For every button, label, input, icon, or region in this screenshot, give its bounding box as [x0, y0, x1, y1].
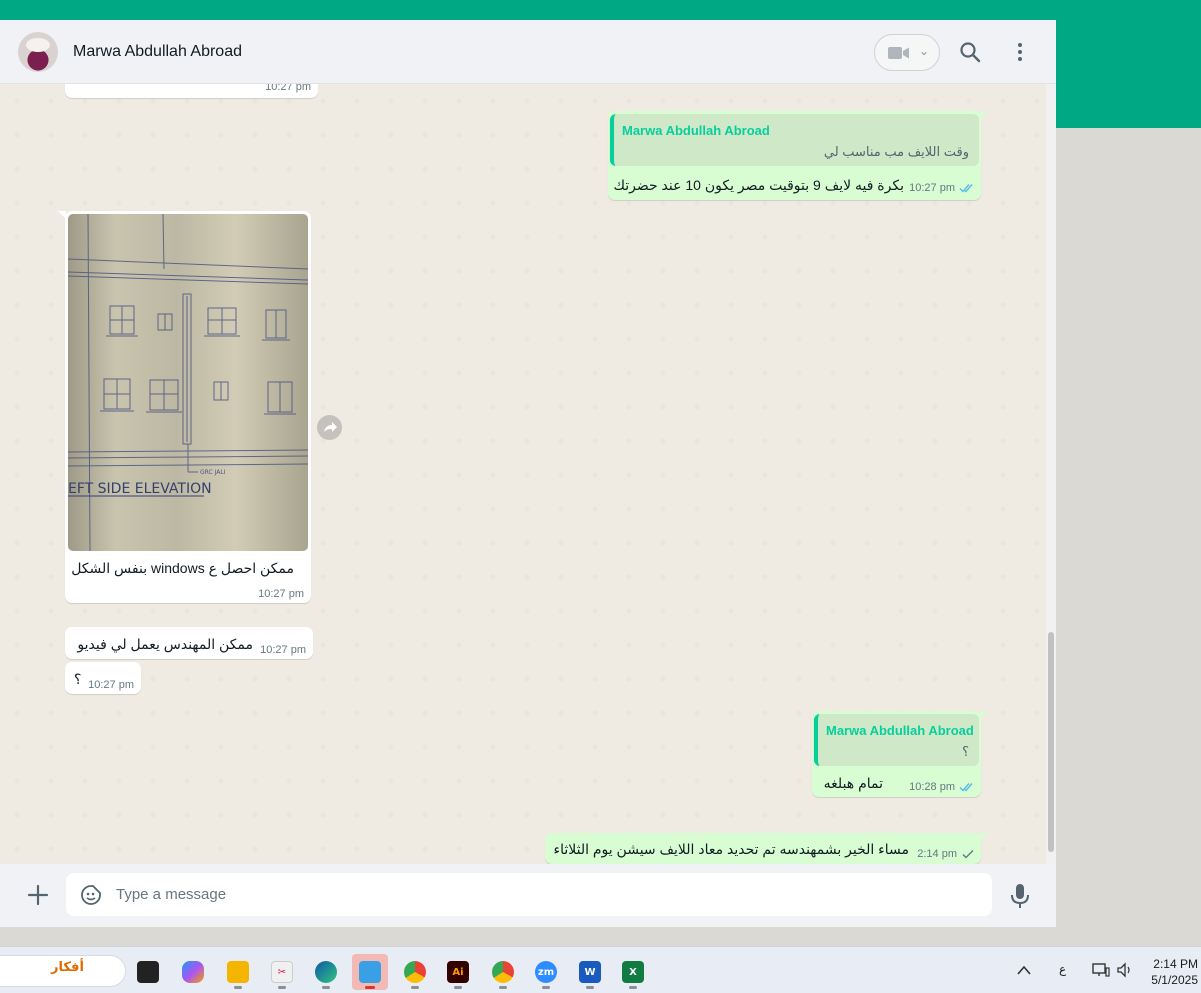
message-time: 10:27 pm: [909, 182, 955, 194]
zoom-icon: zm: [535, 961, 557, 983]
attached-photo[interactable]: GRC JALI EFT SIDE ELEVATION: [68, 214, 308, 551]
chat-header[interactable]: Marwa Abdullah Abroad ⌄: [0, 20, 1056, 84]
taskbar-search-box[interactable]: أفكار: [0, 955, 126, 987]
quoted-message[interactable]: Marwa Abdullah Abroad ؟: [814, 714, 979, 766]
chat-scrollbar[interactable]: [1046, 84, 1056, 864]
quoted-message[interactable]: Marwa Abdullah Abroad وقت اللايف مب مناس…: [610, 114, 979, 166]
taskbar-chrome[interactable]: [397, 954, 433, 990]
task-view-icon: [137, 961, 159, 983]
message-text: مساء الخير بشمهندسه تم تحديد معاد اللايف…: [553, 841, 910, 857]
excel-icon: X: [622, 961, 644, 983]
scrollbar-thumb[interactable]: [1048, 632, 1054, 852]
copilot-icon: [182, 961, 204, 983]
quoted-author: Marwa Abdullah Abroad: [622, 123, 770, 138]
message-text: ؟: [74, 671, 82, 687]
microphone-icon[interactable]: [1010, 883, 1030, 909]
message-list[interactable]: 10:27 pm Marwa Abdullah Abroad وقت اللاي…: [0, 84, 1056, 864]
message-time: 10:27 pm: [258, 588, 304, 600]
message-time: 10:27 pm: [88, 679, 134, 691]
menu-kebab-icon[interactable]: [1008, 40, 1032, 64]
message-input[interactable]: [116, 873, 976, 916]
elevation-drawing-image: GRC JALI EFT SIDE ELEVATION: [68, 214, 308, 551]
taskbar-clock[interactable]: 2:14 PM 5/1/2025: [1140, 956, 1198, 988]
bubble-tail: [980, 111, 988, 119]
contact-name[interactable]: Marwa Abdullah Abroad: [73, 43, 242, 61]
photo-note: GRC JALI: [200, 469, 226, 476]
quoted-text: وقت اللايف مب مناسب لي: [823, 144, 969, 159]
forward-arrow-icon: [324, 422, 337, 432]
message-time: 10:27 pm: [265, 84, 311, 93]
message-text: بكرة فيه لايف 9 بتوقيت مصر يكون 10 عند ح…: [613, 177, 904, 193]
whatsapp-chat-window: Marwa Abdullah Abroad ⌄ 10:27 pm Marwa A…: [0, 20, 1056, 927]
windows-taskbar: أفكار ✂ Ai zm W X ع 2:14 PM 5/1/2025: [0, 946, 1201, 993]
taskbar-copilot[interactable]: [175, 954, 211, 990]
taskbar-edge[interactable]: [308, 954, 344, 990]
scissors-icon: ✂: [271, 961, 293, 983]
message-incoming-image[interactable]: GRC JALI EFT SIDE ELEVATION ممكن احصل ع …: [58, 211, 311, 603]
message-time: 2:14 pm: [917, 848, 957, 860]
taskbar-task-view[interactable]: [130, 954, 166, 990]
message-input-box[interactable]: [66, 873, 992, 916]
volume-icon[interactable]: [1116, 962, 1134, 978]
message-text: ممكن المهندس يعمل لي فيديو: [77, 636, 253, 652]
message-outgoing[interactable]: Marwa Abdullah Abroad وقت اللايف مب مناس…: [608, 111, 988, 200]
taskbar-snipping-tool[interactable]: ✂: [264, 954, 300, 990]
bubble-tail: [980, 711, 988, 719]
photo-caption: EFT SIDE ELEVATION: [68, 481, 212, 497]
taskbar-chrome-profile[interactable]: [485, 954, 521, 990]
message-composer: [0, 864, 1056, 927]
notepad-icon: [359, 961, 381, 983]
window-top-band: [0, 0, 1201, 20]
message-incoming[interactable]: ؟ 10:27 pm: [65, 662, 141, 694]
taskbar-file-explorer[interactable]: [220, 954, 256, 990]
bubble-tail: [980, 833, 988, 841]
forward-button[interactable]: [317, 415, 342, 440]
illustrator-icon: Ai: [447, 961, 469, 983]
message-incoming-partial[interactable]: 10:27 pm: [65, 84, 318, 98]
message-meta: 10:27 pm: [909, 182, 975, 194]
sticker-emoji-icon[interactable]: [80, 884, 102, 906]
clock-date: 5/1/2025: [1151, 973, 1198, 987]
chrome-icon: [492, 961, 514, 983]
message-outgoing[interactable]: Marwa Abdullah Abroad ؟ تمام هبلغه 10:28…: [812, 711, 988, 797]
edge-icon: [315, 961, 337, 983]
folder-icon: [227, 961, 249, 983]
search-highlight-art: أفكار: [51, 959, 84, 974]
app-accent-band: [1056, 20, 1201, 128]
taskbar-word[interactable]: W: [572, 954, 608, 990]
message-time: 10:28 pm: [909, 781, 955, 793]
video-camera-icon: [888, 47, 909, 59]
message-meta: 2:14 pm: [917, 848, 975, 860]
double-check-read-icon: [959, 783, 973, 792]
contact-avatar[interactable]: [18, 32, 58, 72]
search-icon[interactable]: [958, 40, 982, 64]
chevron-down-icon: ⌄: [919, 44, 930, 58]
bubble-tail: [58, 211, 66, 219]
double-check-read-icon: [959, 184, 973, 193]
taskbar-excel[interactable]: X: [615, 954, 651, 990]
attach-plus-icon[interactable]: [26, 883, 50, 907]
network-icon[interactable]: [1092, 962, 1110, 978]
quoted-author: Marwa Abdullah Abroad: [826, 723, 974, 738]
message-incoming[interactable]: ممكن المهندس يعمل لي فيديو 10:27 pm: [65, 627, 313, 659]
message-outgoing[interactable]: مساء الخير بشمهندسه تم تحديد معاد اللايف…: [545, 833, 988, 864]
clock-time: 2:14 PM: [1153, 957, 1198, 971]
message-text: ممكن احصل ع windows بنفس الشكل: [71, 560, 294, 576]
video-call-button[interactable]: ⌄: [874, 34, 940, 71]
chrome-icon: [404, 961, 426, 983]
message-text: تمام هبلغه: [823, 775, 883, 791]
message-meta: 10:28 pm: [909, 781, 975, 793]
language-indicator[interactable]: ع: [1059, 962, 1066, 976]
taskbar-zoom[interactable]: zm: [528, 954, 564, 990]
chevron-up-icon[interactable]: [1016, 964, 1032, 976]
word-icon: W: [579, 961, 601, 983]
taskbar-notepad[interactable]: [352, 954, 388, 990]
single-check-icon: [962, 850, 974, 859]
message-time: 10:27 pm: [260, 644, 306, 656]
quoted-text: ؟: [962, 744, 969, 759]
taskbar-illustrator[interactable]: Ai: [440, 954, 476, 990]
